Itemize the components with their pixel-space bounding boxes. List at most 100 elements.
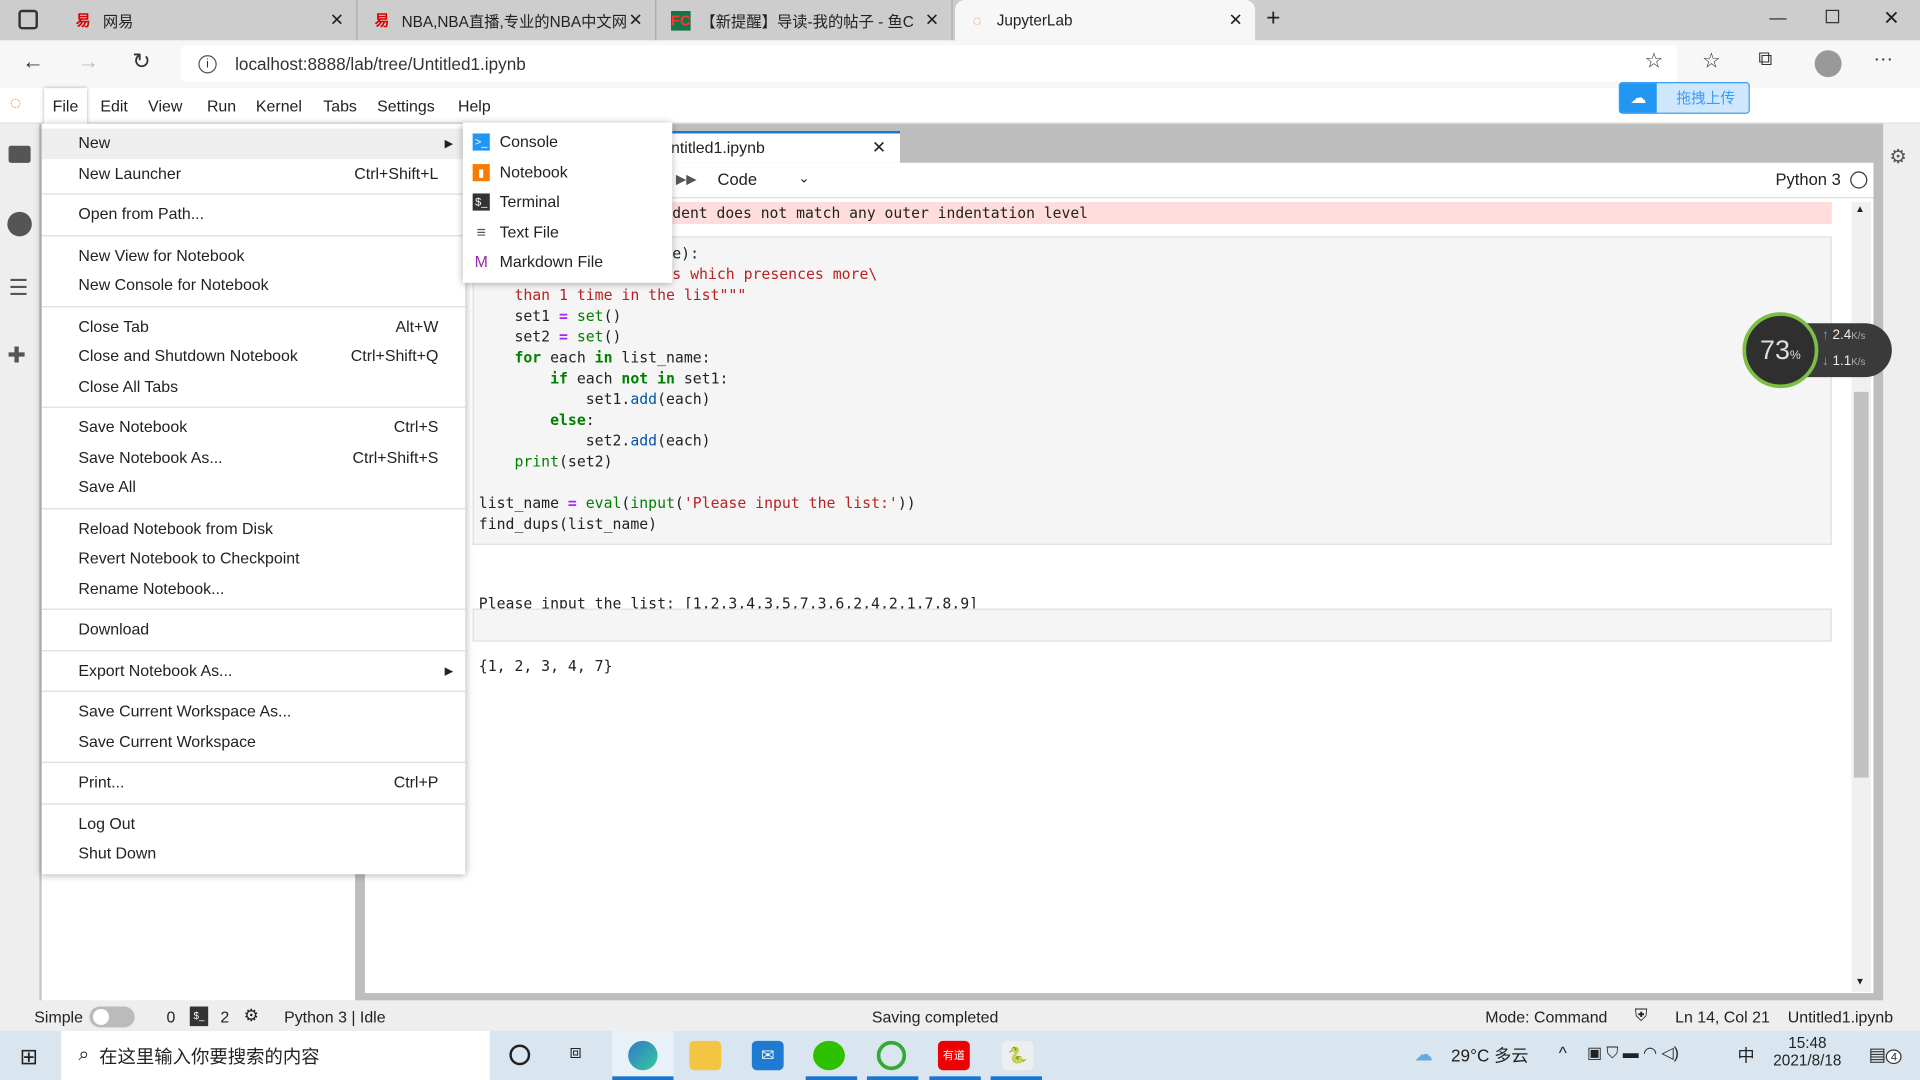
youdao-icon[interactable]: 有道: [937, 1040, 970, 1071]
favorites-icon[interactable]: ☆: [1702, 49, 1721, 73]
extensions-icon[interactable]: ✚: [7, 343, 25, 369]
menu-item[interactable]: Revert Notebook to Checkpoint: [42, 544, 466, 574]
notebook-tab[interactable]: ntitled1.ipynb ✕: [671, 131, 901, 163]
menu-item[interactable]: Close and Shutdown Notebook Ctrl+Shift+Q: [42, 342, 466, 372]
profile-avatar[interactable]: [1814, 50, 1842, 78]
tray-chevron-icon[interactable]: ^: [1559, 1043, 1567, 1063]
menu-item[interactable]: Export Notebook As... ▶: [42, 656, 466, 686]
menu-tabs[interactable]: Tabs: [315, 88, 366, 124]
taskbar-search[interactable]: ⌕ 在这里输入你要搜索的内容: [61, 1031, 490, 1080]
terminal-count[interactable]: 0: [167, 1008, 176, 1026]
upload-badge[interactable]: ☁ 拖拽上传: [1618, 82, 1750, 114]
browser-tab-active[interactable]: ◌ JupyterLab ✕: [955, 0, 1256, 41]
wechat-icon[interactable]: [813, 1040, 845, 1071]
scrollbar-thumb[interactable]: [1853, 391, 1869, 778]
close-window-icon[interactable]: ✕: [1883, 6, 1899, 30]
notification-center-icon[interactable]: ▤ 4: [1869, 1043, 1902, 1065]
kernel-status[interactable]: Python 3 | Idle: [284, 1008, 385, 1026]
more-icon[interactable]: ···: [1873, 49, 1893, 71]
ime-indicator[interactable]: 中: [1738, 1043, 1755, 1067]
menu-item[interactable]: Save Current Workspace: [42, 727, 466, 757]
new-tab-icon[interactable]: +: [1266, 5, 1280, 33]
menu-run[interactable]: Run: [198, 88, 244, 124]
menu-item[interactable]: Rename Notebook...: [42, 574, 466, 604]
toc-icon[interactable]: ☰: [9, 276, 29, 302]
menu-item[interactable]: Reload Notebook from Disk: [42, 514, 466, 544]
weather-icon[interactable]: ☁: [1414, 1043, 1432, 1065]
file-explorer-icon[interactable]: [689, 1040, 722, 1071]
running-icon[interactable]: [7, 211, 32, 237]
close-tab-icon[interactable]: ✕: [925, 10, 939, 31]
scroll-down-icon[interactable]: ▼: [1855, 976, 1865, 987]
menu-item[interactable]: Download: [42, 615, 466, 645]
task-view-icon[interactable]: ⧈: [569, 1042, 581, 1064]
browser-tab[interactable]: 易网易 ✕: [61, 0, 358, 41]
scroll-up-icon[interactable]: ▲: [1855, 203, 1865, 214]
close-tab-icon[interactable]: ✕: [872, 137, 886, 158]
browser-tab[interactable]: 易 NBA,NBA直播,专业的NBA中文网 ✕: [360, 0, 657, 41]
kernel-name[interactable]: Python 3: [1776, 170, 1841, 188]
collections-icon[interactable]: ⧉: [1758, 49, 1772, 71]
close-tab-icon[interactable]: ✕: [1228, 10, 1242, 31]
menu-kernel[interactable]: Kernel: [247, 88, 310, 124]
tray-icons[interactable]: ▣ ⛉ ▬ ◠ ◁): [1587, 1043, 1679, 1063]
cell-type-select[interactable]: Code ⌄: [718, 170, 816, 188]
windows-start-icon[interactable]: ⊞: [20, 1044, 38, 1070]
browser-tab[interactable]: FC 【新提醒】导读-我的帖子 - 鱼C ✕: [659, 0, 953, 41]
menu-item[interactable]: New Console for Notebook: [42, 271, 466, 301]
menu-view[interactable]: View: [140, 88, 191, 124]
cursor-position[interactable]: Ln 14, Col 21: [1675, 1008, 1770, 1026]
minimize-icon[interactable]: —: [1769, 7, 1786, 27]
submenu-item[interactable]: ≡ Text File: [463, 217, 672, 247]
menu-file[interactable]: File: [44, 88, 87, 124]
menu-help[interactable]: Help: [449, 88, 499, 124]
menu-item[interactable]: New View for Notebook: [42, 241, 466, 271]
tab-actions-icon[interactable]: [18, 9, 38, 30]
menu-settings[interactable]: Settings: [369, 88, 444, 124]
cortana-icon[interactable]: [509, 1044, 531, 1066]
menu-item[interactable]: New ▶: [41, 128, 466, 159]
mail-icon[interactable]: ✉: [751, 1040, 784, 1071]
simple-mode-toggle[interactable]: [89, 1006, 135, 1028]
menu-item[interactable]: Shut Down: [42, 839, 466, 869]
folder-icon[interactable]: [8, 145, 31, 163]
menu-item[interactable]: Save Notebook As... Ctrl+Shift+S: [42, 443, 466, 473]
restore-icon[interactable]: [1825, 9, 1840, 24]
restart-run-all-icon[interactable]: ▶▶: [676, 171, 697, 188]
back-icon[interactable]: ←: [22, 49, 44, 75]
menu-item[interactable]: Print... Ctrl+P: [42, 768, 466, 798]
menu-edit[interactable]: Edit: [92, 88, 137, 124]
network-monitor-widget[interactable]: 73% ↑ 2.4K/s ↓ 1.1K/s: [1742, 312, 1892, 389]
menu-item[interactable]: Close All Tabs: [42, 372, 466, 402]
kernel-count[interactable]: 2: [220, 1008, 229, 1026]
menu-item[interactable]: Open from Path...: [42, 200, 466, 230]
menu-item[interactable]: New Launcher Ctrl+Shift+L: [42, 159, 466, 189]
trust-shield-icon[interactable]: ⛨: [1635, 1005, 1648, 1026]
close-tab-icon[interactable]: ✕: [330, 10, 344, 31]
forward-icon[interactable]: →: [77, 49, 99, 75]
app-icon[interactable]: [876, 1040, 907, 1071]
clock[interactable]: 15:48 2021/8/18: [1769, 1035, 1845, 1069]
add-favorite-icon[interactable]: ☆: [1644, 49, 1663, 73]
menu-item[interactable]: Save Notebook Ctrl+S: [42, 413, 466, 443]
edge-taskbar-button[interactable]: [612, 1031, 674, 1080]
close-tab-icon[interactable]: ✕: [628, 10, 642, 31]
menu-item[interactable]: Save All: [42, 473, 466, 503]
submenu-item[interactable]: ▮ Notebook: [463, 157, 672, 187]
url-field[interactable]: i localhost:8888/lab/tree/Untitled1.ipynb: [181, 45, 1678, 83]
menu-item[interactable]: Close Tab Alt+W: [42, 312, 466, 342]
weather-text[interactable]: 29°C 多云: [1451, 1043, 1528, 1067]
empty-code-cell[interactable]: [472, 608, 1832, 642]
menu-item[interactable]: Log Out: [42, 809, 466, 839]
info-icon[interactable]: i: [198, 54, 217, 73]
property-inspector-icon[interactable]: ⚙: [1889, 144, 1907, 168]
code-editor[interactable]: than 1 time in the list""" set1 = set() …: [479, 285, 916, 535]
submenu-item[interactable]: $_ Terminal: [463, 187, 672, 217]
refresh-icon[interactable]: ↻: [132, 49, 150, 75]
menu-item[interactable]: Save Current Workspace As...: [42, 697, 466, 727]
code-token: s which presences more\: [672, 265, 878, 283]
submenu-item[interactable]: M Markdown File: [463, 247, 672, 277]
python-icon[interactable]: 🐍: [1001, 1040, 1034, 1071]
submenu-item[interactable]: >_ Console: [463, 127, 672, 157]
